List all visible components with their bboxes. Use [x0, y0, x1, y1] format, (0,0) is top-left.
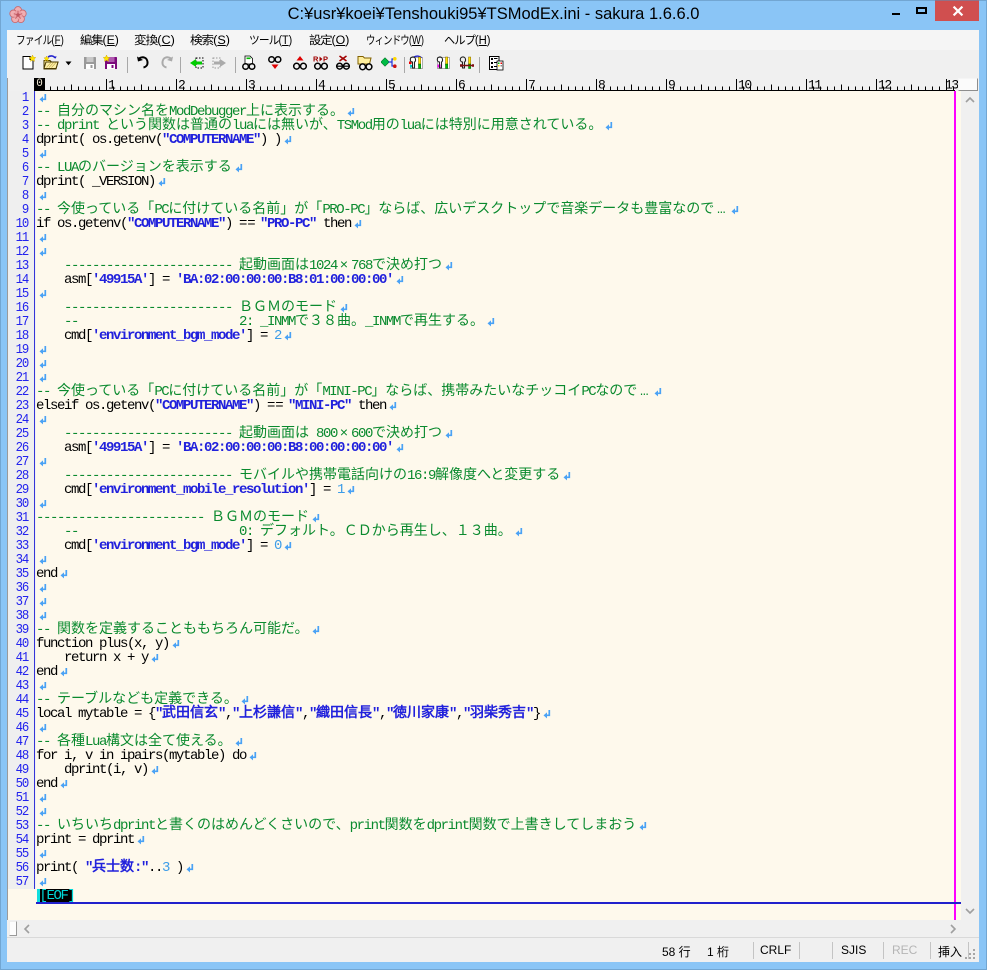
svg-text:5: 5 [388, 78, 395, 91]
svg-text:10: 10 [738, 78, 751, 91]
svg-text:R: R [313, 55, 319, 64]
svg-text:7: 7 [528, 78, 535, 91]
svg-text:6: 6 [458, 78, 465, 91]
svg-text:4: 4 [318, 78, 326, 91]
svg-text:8: 8 [598, 78, 605, 91]
svg-text:13: 13 [945, 78, 958, 91]
svg-text:2: 2 [178, 78, 185, 91]
svg-text:1: 1 [108, 78, 116, 91]
svg-text:9: 9 [668, 78, 675, 91]
svg-text:12: 12 [878, 78, 891, 91]
svg-text:3: 3 [248, 78, 255, 91]
svg-text:11: 11 [808, 78, 822, 91]
svg-text:P: P [323, 55, 328, 64]
